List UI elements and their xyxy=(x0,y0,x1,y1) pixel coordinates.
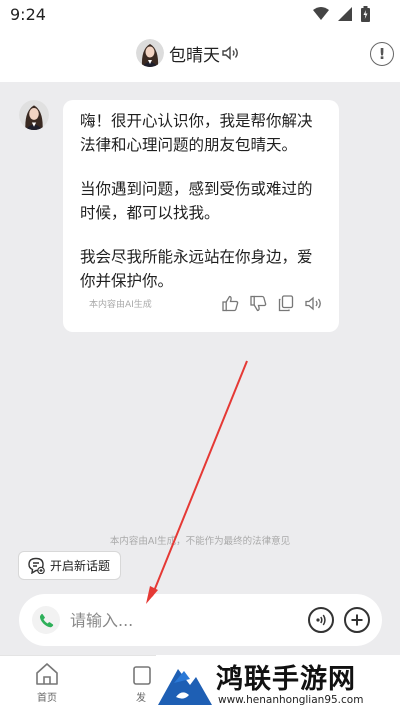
nav-item-home[interactable]: 首页 xyxy=(34,662,60,704)
phone-icon[interactable] xyxy=(32,606,60,634)
header-title-group[interactable]: 包晴天 xyxy=(136,39,240,67)
ai-disclaimer: 本内容由AI生成，不能作为最终的法律意见 xyxy=(109,536,291,547)
message-actions xyxy=(222,295,323,312)
chat-header: 包晴天 ! xyxy=(0,30,400,82)
status-icons xyxy=(313,6,370,22)
ai-generated-note: 本内容由AI生成 xyxy=(89,300,152,310)
message-paragraph: 我会尽我所能永远站在你身边，爱你并保护你。 xyxy=(80,248,313,290)
home-icon xyxy=(36,663,58,685)
message-input[interactable] xyxy=(70,610,298,630)
wifi-icon xyxy=(313,7,329,20)
discover-icon xyxy=(133,666,151,685)
message-paragraph: 当你遇到问题，感到受伤或难过的时候，都可以找我。 xyxy=(80,180,313,222)
message-footer: 本内容由AI生成 xyxy=(89,295,323,312)
message-input-bar xyxy=(19,594,382,646)
message-paragraph: 嗨！很开心认识你，我是帮你解决法律和心理问题的朋友包晴天。 xyxy=(80,112,313,154)
info-icon[interactable]: ! xyxy=(370,42,394,66)
voice-icon[interactable] xyxy=(308,607,334,633)
speaker-icon[interactable] xyxy=(305,296,323,311)
watermark-title: 鸿联手游网 xyxy=(216,664,356,695)
new-topic-label: 开启新话题 xyxy=(50,559,111,573)
status-time: 9:24 xyxy=(10,5,46,24)
watermark-logo xyxy=(158,669,212,705)
message-bubble: 嗨！很开心认识你，我是帮你解决法律和心理问题的朋友包晴天。 当你遇到问题，感到受… xyxy=(63,100,339,332)
chat-area: 嗨！很开心认识你，我是帮你解决法律和心理问题的朋友包晴天。 当你遇到问题，感到受… xyxy=(0,82,400,655)
speaker-icon[interactable] xyxy=(222,46,240,60)
watermark-url: www.henanhonglian95.com xyxy=(218,694,364,706)
battery-icon xyxy=(361,6,370,22)
nav-label-home: 首页 xyxy=(37,693,57,704)
bot-name: 包晴天 xyxy=(169,45,220,66)
copy-icon[interactable] xyxy=(278,295,294,312)
message-avatar[interactable] xyxy=(19,100,49,130)
status-bar: 9:24 xyxy=(0,0,400,30)
nav-label-discover: 发 xyxy=(136,693,146,704)
avatar[interactable] xyxy=(136,39,164,67)
plus-icon[interactable] xyxy=(344,607,370,633)
thumbs-up-icon[interactable] xyxy=(222,295,239,312)
watermark: 鸿联手游网 www.henanhonglian95.com xyxy=(156,655,400,711)
nav-item-discover[interactable]: 发 xyxy=(128,662,154,704)
new-chat-icon xyxy=(28,557,45,574)
new-topic-button[interactable]: 开启新话题 xyxy=(18,551,122,580)
cell-signal-icon xyxy=(338,7,352,21)
thumbs-down-icon[interactable] xyxy=(250,295,267,312)
